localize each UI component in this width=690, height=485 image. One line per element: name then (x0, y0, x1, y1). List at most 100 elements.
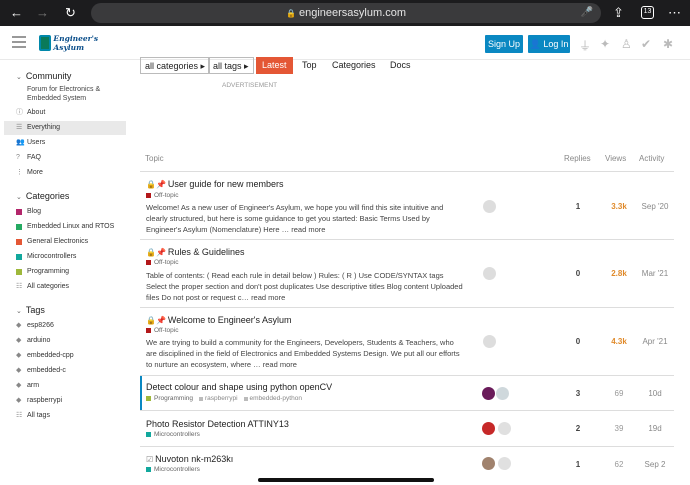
topic-title[interactable]: Photo Resistor Detection ATTINY13 (146, 419, 289, 429)
chevron-down-icon: ⌄ (16, 194, 22, 201)
sidebar-tag-raspberrypi[interactable]: ◆ raspberrypi (4, 394, 126, 408)
activity-time[interactable]: 10d (636, 389, 674, 398)
avatar[interactable] (482, 422, 495, 435)
read-more-link[interactable]: read more (263, 360, 297, 369)
topic-category[interactable]: Programming raspberrypi embedded-python (146, 395, 302, 402)
back-icon[interactable]: ← (10, 4, 23, 22)
sidebar-tag-arm[interactable]: ◆ arm (4, 379, 126, 393)
topic-title[interactable]: Detect colour and shape using python ope… (146, 382, 332, 392)
tag-icon: ◆ (16, 337, 22, 344)
column-replies[interactable]: Replies (564, 154, 591, 163)
read-more-link[interactable]: read more (291, 225, 325, 234)
views-count: 3.3k (611, 202, 627, 211)
more-menu-icon[interactable]: ⋯ (668, 4, 681, 22)
topic-title[interactable]: ☑ Nuvoton nk-m263kı (146, 454, 233, 464)
sidebar-category-programming[interactable]: Programming (4, 265, 126, 279)
sidebar-all-tags[interactable]: ☷ All tags (4, 409, 126, 423)
checkmark-icon[interactable]: ✔ (641, 37, 651, 51)
sidebar-category-blog[interactable]: Blog (4, 205, 126, 219)
replies-count: 0 (575, 269, 581, 278)
community-subtitle: Forum for Electronics & Embedded System (27, 86, 101, 102)
login-button[interactable]: 👤 Log In (528, 35, 570, 53)
categories-dropdown[interactable]: all categories ▸ (140, 57, 211, 74)
sidebar-item-users[interactable]: 👥 Users (4, 136, 126, 150)
category-color-swatch (146, 193, 151, 198)
activity-time[interactable]: Mar '21 (636, 269, 674, 278)
tags-dropdown[interactable]: all tags ▸ (208, 57, 254, 74)
activity-time[interactable]: 19d (636, 424, 674, 433)
topic-category[interactable]: Microcontrollers (146, 466, 200, 473)
column-views[interactable]: Views (605, 154, 626, 163)
sidebar-tag-arduino[interactable]: ◆ arduino (4, 334, 126, 348)
sidebar-item-more[interactable]: ⋮ More (4, 166, 126, 180)
lock-pin-icon: 🔒📌 (146, 248, 166, 257)
topic-title[interactable]: 🔒📌 User guide for new members (146, 179, 283, 189)
maple-icon[interactable]: ✦ (600, 37, 610, 51)
avatar[interactable] (482, 387, 495, 400)
tab-latest[interactable]: Latest (256, 57, 293, 74)
share-icon[interactable]: ⇪ (613, 4, 624, 22)
sidebar-item-faq[interactable]: ? FAQ (4, 151, 126, 165)
topic-category[interactable]: Off-topic (146, 192, 178, 199)
signup-button[interactable]: Sign Up (485, 35, 523, 53)
avatar[interactable] (498, 457, 511, 470)
caret-right-icon: ▸ (200, 61, 206, 71)
topic-category[interactable]: Microcontrollers (146, 431, 200, 438)
tab-docs[interactable]: Docs (390, 57, 411, 74)
topic-category[interactable]: Off-topic (146, 327, 178, 334)
column-activity[interactable]: Activity (639, 154, 664, 163)
category-color-swatch (16, 224, 22, 230)
avatar[interactable] (482, 457, 495, 470)
sidebar-category-general-electronics[interactable]: General Electronics (4, 235, 126, 249)
activity-time[interactable]: Sep '20 (636, 202, 674, 211)
category-color-swatch (16, 209, 22, 215)
avatar[interactable] (483, 267, 496, 280)
home-indicator[interactable] (258, 478, 434, 482)
sidebar-tag-embedded-c[interactable]: ◆ embedded-c (4, 364, 126, 378)
views-count: 62 (614, 460, 624, 469)
views-count: 4.3k (611, 337, 627, 346)
category-color-swatch (16, 239, 22, 245)
activity-time[interactable]: Sep 2 (636, 460, 674, 469)
site-logo[interactable]: Engineer's Asylum (39, 33, 119, 53)
electronics-icon[interactable]: ⏚ (579, 37, 591, 54)
tag-icon (243, 396, 248, 401)
topic-title[interactable]: 🔒📌 Rules & Guidelines (146, 247, 244, 257)
table-row: Photo Resistor Detection ATTINY13 Microc… (140, 411, 674, 447)
avatar[interactable] (496, 387, 509, 400)
chip-logo-icon (39, 35, 52, 51)
avatar[interactable] (498, 422, 511, 435)
sidebar-category-microcontrollers[interactable]: Microcontrollers (4, 250, 126, 264)
community-heading[interactable]: ⌄ Community (16, 71, 71, 81)
tab-top[interactable]: Top (302, 57, 317, 74)
tag-icon: ◆ (16, 382, 22, 389)
hamburger-menu-icon[interactable] (12, 36, 26, 48)
sidebar-all-categories[interactable]: ☷ All categories (4, 280, 126, 294)
topic-tag[interactable]: embedded-python (243, 395, 302, 402)
checkbox-icon: ☑ (146, 455, 154, 464)
avatar[interactable] (483, 335, 496, 348)
tabs-button[interactable]: 13 (641, 6, 654, 19)
sidebar-item-everything[interactable]: ☰ Everything (4, 121, 126, 135)
sidebar-tag-esp8266[interactable]: ◆ esp8266 (4, 319, 126, 333)
reload-icon[interactable]: ↻ (65, 4, 76, 22)
topic-excerpt: Table of contents: ( Read each rule in d… (146, 271, 463, 302)
url-bar[interactable]: 🔒 engineersasylum.com 🎤 (91, 3, 601, 23)
microphone-icon[interactable]: 🎤 (581, 3, 593, 23)
person-icon[interactable]: ♙ (621, 37, 632, 51)
topic-category[interactable]: Off-topic (146, 259, 178, 266)
topic-tag[interactable]: raspberrypi (199, 395, 238, 402)
sidebar-item-about[interactable]: ⓘ About (4, 106, 126, 120)
info-icon: ⓘ (16, 109, 23, 116)
sidebar-tag-embedded-cpp[interactable]: ◆ embedded-cpp (4, 349, 126, 363)
sidebar-category-embedded-linux[interactable]: Embedded Linux and RTOS (4, 220, 126, 234)
categories-heading[interactable]: ⌄ Categories (16, 191, 69, 201)
tab-categories[interactable]: Categories (332, 57, 376, 74)
topic-title[interactable]: 🔒📌 Welcome to Engineer's Asylum (146, 315, 292, 325)
activity-time[interactable]: Apr '21 (636, 337, 674, 346)
settings-icon[interactable]: ✱ (663, 37, 673, 51)
tags-heading[interactable]: ⌄ Tags (16, 305, 45, 315)
avatar[interactable] (483, 200, 496, 213)
read-more-link[interactable]: read more (251, 293, 285, 302)
forward-icon[interactable]: → (36, 4, 49, 22)
